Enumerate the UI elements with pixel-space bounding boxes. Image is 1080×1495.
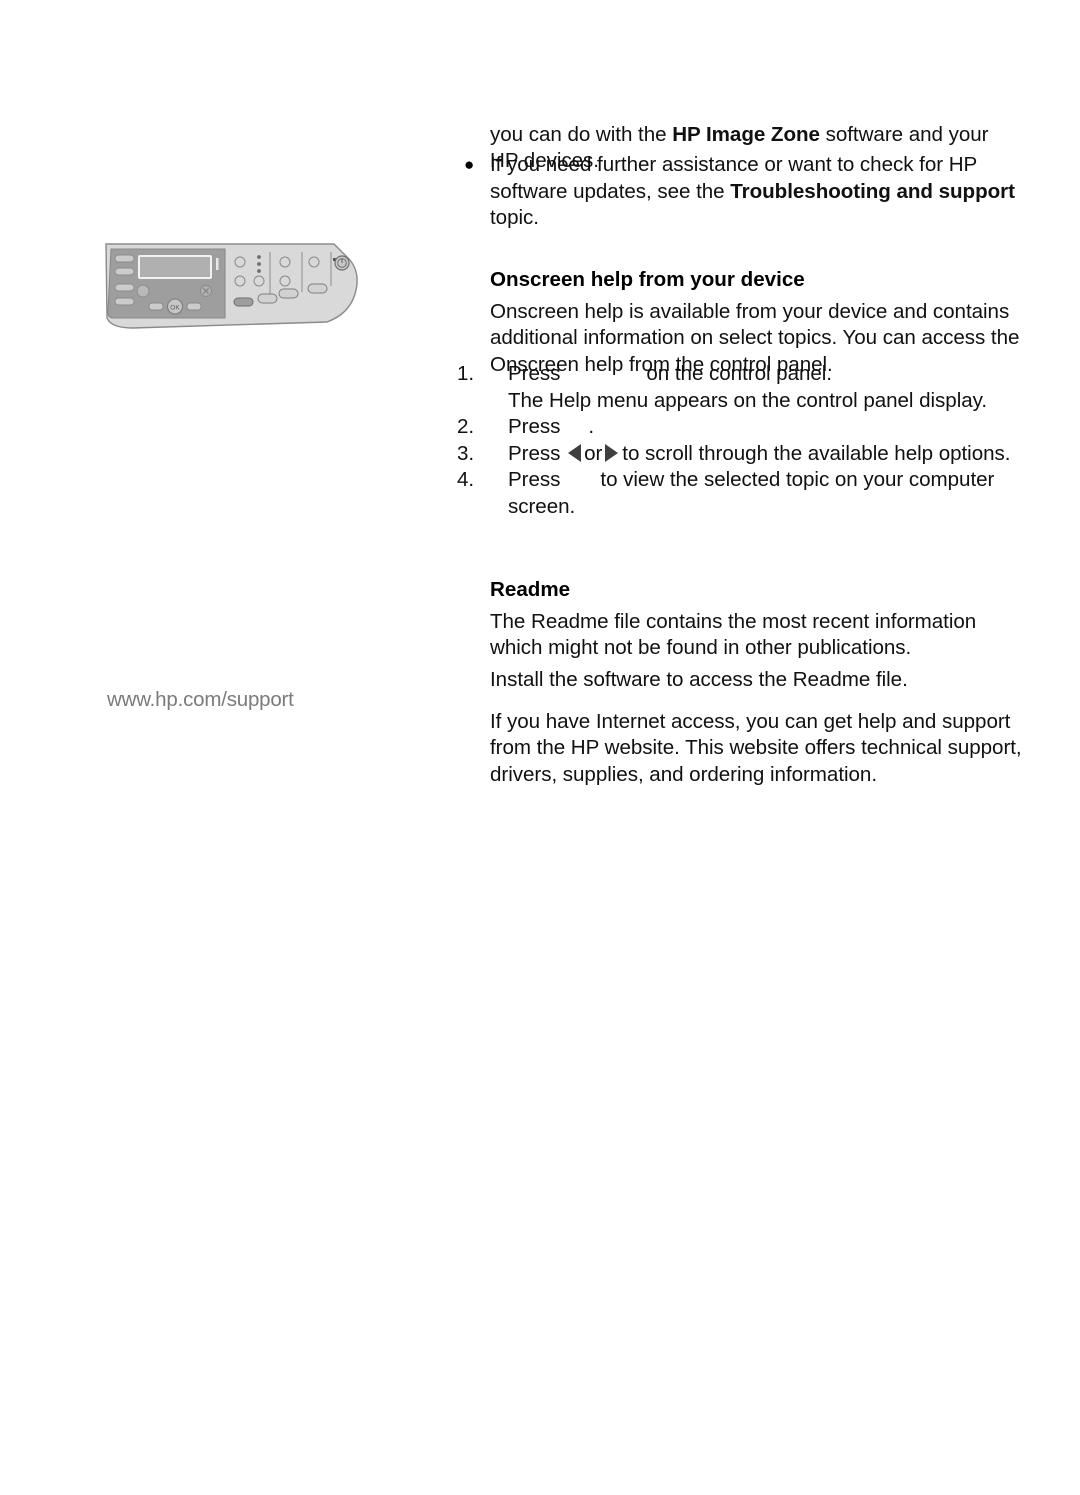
led-indicator-2 — [234, 275, 246, 287]
left-margin-column: OK www.hp.com/support — [0, 0, 440, 1495]
left-arrow-icon — [568, 443, 582, 462]
left-arrow-button — [148, 302, 164, 311]
step-1-text-before: Press — [508, 362, 561, 385]
step-number-1: 1. — [457, 362, 475, 385]
side-button-4 — [114, 297, 135, 306]
ok-button-label: OK — [170, 305, 180, 312]
step-2-text-before: Press — [508, 415, 561, 438]
cont-text-bold: HP Image Zone — [672, 122, 820, 146]
side-button-1 — [114, 254, 135, 263]
support-url-margin-note: www.hp.com/support — [107, 688, 294, 711]
step-1-subtext: The Help menu appears on the control pan… — [508, 388, 988, 412]
fax-button — [278, 288, 299, 299]
bullet-text-after: topic. — [490, 206, 539, 229]
led-indicator-3 — [253, 275, 265, 287]
step-number-3: 3. — [457, 441, 475, 465]
scan-button — [233, 297, 254, 307]
side-button-3 — [114, 283, 135, 292]
side-button-2 — [114, 267, 135, 276]
led-indicator-5 — [279, 275, 291, 287]
led-indicator-6 — [308, 256, 320, 268]
step-1-text-after: on the control panel. — [646, 362, 832, 385]
status-dot-3 — [257, 269, 261, 273]
readme-paragraph-1: The Readme file contains the most recent… — [490, 609, 977, 660]
step-body-4: Press to view the selected topic on your … — [508, 467, 1025, 520]
menu-knob-button — [136, 284, 150, 298]
bullet-text-bold: Troubleshooting and support — [730, 179, 1015, 203]
right-arrow-button — [186, 302, 202, 311]
step-3-conjunction: or — [584, 441, 603, 465]
step-number-2: 2. — [457, 415, 475, 438]
bullet-item-text: If you need further assistance or want t… — [490, 152, 1025, 232]
status-dot-1 — [257, 255, 261, 259]
step-2-text-after: . — [588, 415, 595, 438]
numbered-steps-list: 1. Press on the control panel. The Help me… — [455, 361, 1025, 520]
copy-button — [257, 293, 278, 304]
step-body-1: Press on the control panel. The Help menu … — [508, 361, 1025, 414]
right-arrow-icon — [605, 443, 619, 462]
step-4-text-before: Press — [508, 468, 561, 491]
section-heading-onscreen-help: Onscreen help from your device — [490, 267, 805, 291]
cont-text-before: you can do with the — [490, 122, 673, 146]
readme-paragraph-2: Install the software to access the Readm… — [490, 667, 908, 691]
step-item-3: 3. Press or to scroll through the availab… — [455, 441, 1025, 468]
bullet-marker-icon: ● — [464, 155, 475, 174]
led-indicator-1 — [234, 256, 246, 268]
step-4-text-after: to view the selected topic on your compu… — [508, 468, 995, 518]
step-item-2: 2. Press. — [455, 414, 1025, 441]
step-body-2: Press. — [508, 414, 1025, 441]
step-number-4: 4. — [457, 468, 475, 491]
lcd-display — [138, 255, 212, 279]
section-heading-readme: Readme — [490, 577, 571, 601]
list-item: ● If you need further assistance or want… — [455, 152, 1025, 232]
main-text-column: you can do with the HP Image Zone softwa… — [455, 0, 1025, 1495]
display-indicator — [216, 258, 219, 270]
step-3-text-before: Press — [508, 441, 561, 465]
step-body-3: Press or to scroll through the available … — [508, 441, 1025, 468]
status-dot-2 — [257, 262, 261, 266]
photo-button — [307, 283, 328, 294]
led-indicator-4 — [279, 256, 291, 268]
bullet-list: ● If you need further assistance or want… — [455, 152, 1025, 232]
step-item-1: 1. Press on the control panel. The Help me… — [455, 361, 1025, 414]
control-panel-illustration: OK — [103, 240, 365, 338]
step-3-text-after: to scroll through the available help opt… — [622, 441, 1011, 465]
step-item-4: 4. Press to view the selected topic on yo… — [455, 467, 1025, 520]
website-support-paragraph: If you have Internet access, you can get… — [490, 709, 1022, 786]
